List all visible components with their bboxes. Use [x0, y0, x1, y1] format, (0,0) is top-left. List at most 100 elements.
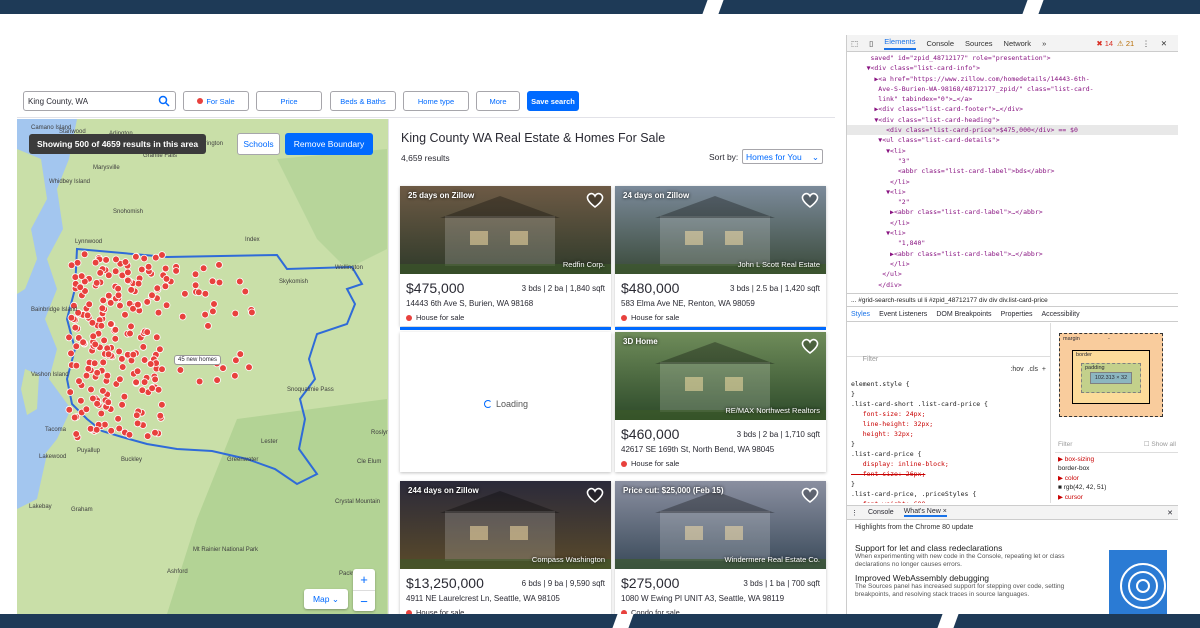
listing-pin[interactable] — [79, 338, 87, 347]
dom-tree[interactable]: saved" id="zpid_48712177" role="presenta… — [847, 53, 1178, 293]
dom-node[interactable]: <div class="list-card-price">$475,000</d… — [847, 125, 1178, 136]
listing-photo[interactable]: 25 days on Zillow Redfin Corp. — [400, 186, 611, 274]
listing-pin[interactable] — [85, 300, 93, 309]
listing-pin[interactable] — [104, 398, 113, 407]
listing-pin[interactable] — [124, 276, 132, 285]
listing-pin[interactable] — [127, 322, 135, 331]
dom-node[interactable]: ▼<div class="list-card-heading"> — [847, 115, 1178, 125]
listing-pin[interactable] — [67, 349, 75, 358]
listing-pin[interactable] — [89, 332, 97, 341]
dom-node[interactable]: </li> — [847, 218, 1178, 228]
style-rule-line[interactable]: line-height: 32px; — [851, 419, 1046, 429]
listing-pin[interactable] — [121, 310, 129, 319]
style-rule-line[interactable]: font-weight: 600; — [851, 499, 1046, 503]
price-filter[interactable]: Price — [256, 91, 322, 111]
listing-card[interactable]: 24 days on Zillow John L Scott Real Esta… — [615, 186, 826, 330]
listing-pin[interactable] — [138, 265, 146, 274]
favorite-heart-icon[interactable] — [800, 486, 820, 504]
listing-pin[interactable] — [146, 360, 155, 368]
listing-pin[interactable] — [143, 298, 151, 306]
listing-pin[interactable] — [153, 284, 162, 293]
listing-card[interactable]: 244 days on Zillow Compass Washington $1… — [400, 481, 611, 614]
listing-pin[interactable] — [148, 384, 156, 393]
listing-pin[interactable] — [204, 322, 212, 330]
listing-card[interactable]: 3D Home RE/MAX Northwest Realtors $460,0… — [615, 332, 826, 472]
listing-pin[interactable] — [158, 400, 166, 409]
map-canvas[interactable] — [17, 119, 388, 614]
listing-pin[interactable] — [241, 287, 250, 296]
listing-pin[interactable] — [213, 376, 221, 384]
listing-card[interactable]: Price cut: $25,000 (Feb 15) Windermere R… — [615, 481, 826, 614]
dom-node[interactable]: Ave-S-Burien-WA-98168/48712177_zpid/" cl… — [847, 84, 1178, 94]
news-title[interactable]: Improved WebAssembly debugging — [855, 573, 1094, 583]
computed-pane[interactable]: Filter ☐ Show all ▶ box-sizing border-bo… — [1055, 440, 1178, 504]
remove-boundary-button[interactable]: Remove Boundary — [285, 133, 373, 155]
computed-property[interactable]: ■ rgb(42, 42, 51) — [1058, 483, 1176, 493]
listing-address[interactable]: 14443 6th Ave S, Burien, WA 98168 — [406, 299, 533, 308]
home-type-filter[interactable]: Home type — [403, 91, 469, 111]
listing-pin[interactable] — [231, 371, 239, 380]
style-rule-line[interactable]: font-size: 24px; — [851, 409, 1046, 419]
listing-address[interactable]: 1080 W Ewing Pl UNIT A3, Seattle, WA 981… — [621, 594, 784, 603]
zoom-in-button[interactable]: + — [353, 569, 375, 590]
listing-pin[interactable] — [111, 267, 120, 276]
dom-node[interactable]: ▼<ul class="list-card-details"> — [847, 135, 1178, 145]
listing-pin[interactable] — [231, 309, 240, 318]
dom-node[interactable]: ▼<li> — [847, 146, 1178, 156]
listing-pin[interactable] — [101, 420, 109, 429]
listing-card[interactable]: 25 days on Zillow Redfin Corp. $475,000 … — [400, 186, 611, 330]
kebab-menu-icon[interactable]: ⋮ — [1142, 39, 1150, 48]
dom-node[interactable]: link" tabindex="0">…</a> — [847, 94, 1178, 104]
new-homes-label[interactable]: 45 new homes — [174, 355, 222, 365]
dom-node[interactable]: </li> — [847, 177, 1178, 187]
favorite-heart-icon[interactable] — [800, 337, 820, 355]
listing-photo[interactable]: 3D Home RE/MAX Northwest Realtors — [615, 332, 826, 420]
listing-pin[interactable] — [156, 345, 164, 354]
dom-node[interactable]: ▶<abbr class="list-card-label">…</abbr> — [847, 207, 1178, 217]
listing-pin[interactable] — [84, 364, 93, 373]
listing-pin[interactable] — [153, 333, 161, 342]
listing-pin[interactable] — [162, 301, 171, 310]
listing-pin[interactable] — [201, 310, 209, 319]
listing-pin[interactable] — [77, 396, 85, 405]
listing-pin[interactable] — [158, 365, 166, 374]
listing-pin[interactable] — [65, 333, 73, 342]
styles-tab[interactable]: Styles — [851, 311, 870, 318]
device-icon[interactable]: ▯ — [869, 39, 873, 48]
listing-pin[interactable] — [245, 363, 253, 372]
drawer-tab-console[interactable]: Console — [868, 509, 894, 516]
listing-pin[interactable] — [162, 275, 171, 283]
listing-pin[interactable] — [115, 424, 123, 433]
style-rule-line[interactable]: .list-card-price, .priceStyles { — [851, 489, 1046, 499]
listing-pin[interactable] — [72, 361, 81, 370]
dom-node[interactable]: ▼<div class="list-card-info"> — [847, 63, 1178, 73]
tab-network[interactable]: Network — [1004, 39, 1032, 48]
style-rule-line[interactable]: height: 32px; — [851, 429, 1046, 439]
dom-node[interactable]: </ul> — [847, 269, 1178, 279]
listing-pin[interactable] — [215, 278, 224, 287]
listing-pin[interactable] — [127, 286, 135, 294]
listing-pin[interactable] — [158, 251, 166, 259]
favorite-heart-icon[interactable] — [800, 191, 820, 209]
listing-pin[interactable] — [93, 399, 101, 408]
inspect-icon[interactable]: ⬚ — [851, 39, 858, 48]
listing-pin[interactable] — [114, 414, 122, 423]
error-count[interactable]: ✖ 14 — [1096, 39, 1113, 48]
listing-pin[interactable] — [208, 277, 217, 286]
listing-pin[interactable] — [70, 413, 79, 422]
listing-pin[interactable] — [215, 261, 223, 269]
listing-pin[interactable] — [156, 411, 165, 420]
listing-pin[interactable] — [112, 255, 120, 264]
styles-filter-actions[interactable]: :hov .cls + — [1010, 365, 1046, 375]
search-input[interactable]: King County, WA — [23, 91, 176, 111]
listing-pin[interactable] — [67, 261, 76, 270]
listing-address[interactable]: 42617 SE 169th St, North Bend, WA 98045 — [621, 445, 774, 454]
sort-select[interactable]: Homes for You ⌄ — [742, 149, 823, 164]
computed-property[interactable]: ▶ color — [1058, 474, 1176, 484]
listing-pin[interactable] — [140, 378, 149, 386]
listing-pin[interactable] — [139, 343, 148, 351]
styles-filter-input[interactable]: Filter — [863, 356, 879, 363]
listing-pin[interactable] — [116, 301, 124, 310]
listing-pin[interactable] — [105, 271, 113, 280]
listing-pin[interactable] — [103, 371, 112, 380]
